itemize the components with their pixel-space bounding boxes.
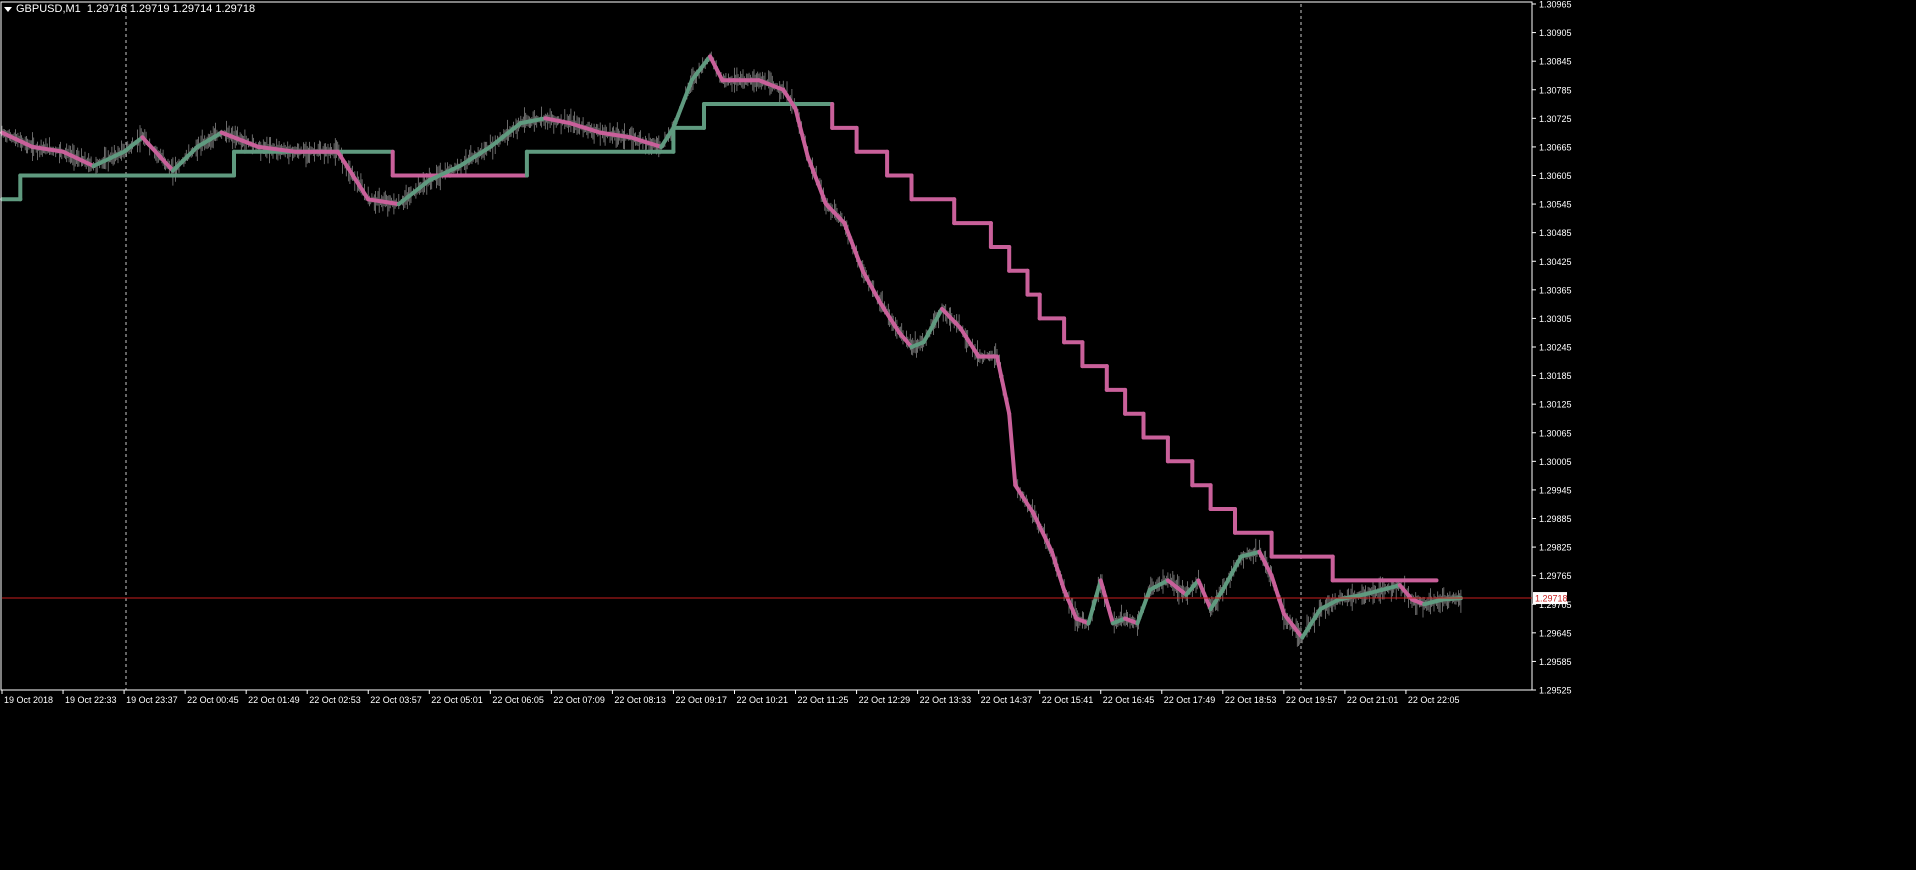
y-tick-label: 1.30665: [1539, 142, 1572, 152]
y-tick-label: 1.30365: [1539, 285, 1572, 295]
x-tick-label: 22 Oct 17:49: [1164, 695, 1216, 705]
x-tick-label: 22 Oct 19:57: [1286, 695, 1338, 705]
y-tick-label: 1.30245: [1539, 343, 1572, 353]
x-tick-label: 22 Oct 10:21: [736, 695, 788, 705]
symbol-label: GBPUSD,M1: [16, 3, 81, 15]
y-tick-label: 1.30185: [1539, 371, 1572, 381]
y-tick-label: 1.30725: [1539, 114, 1572, 124]
x-tick-label: 19 Oct 2018: [4, 695, 53, 705]
y-tick-label: 1.30065: [1539, 428, 1572, 438]
x-tick-label: 22 Oct 12:29: [859, 695, 911, 705]
chevron-down-icon[interactable]: [4, 6, 12, 12]
y-tick-label: 1.29765: [1539, 571, 1572, 581]
y-tick-label: 1.30125: [1539, 400, 1572, 410]
price-chart[interactable]: 1.30965 1.30905 1.30845 1.30785 1.30725 1.306…: [0, 0, 1916, 865]
x-tick-label: 22 Oct 13:33: [920, 695, 972, 705]
x-tick-label: 22 Oct 02:53: [309, 695, 361, 705]
x-tick-label: 22 Oct 06:05: [492, 695, 544, 705]
x-tick-label: 22 Oct 05:01: [431, 695, 483, 705]
x-tick-label: 22 Oct 09:17: [675, 695, 727, 705]
x-tick-label: 19 Oct 23:37: [126, 695, 178, 705]
x-tick-label: 22 Oct 11:25: [798, 695, 849, 705]
y-tick-label: 1.29885: [1539, 514, 1572, 524]
y-tick-label: 1.30845: [1539, 57, 1572, 67]
y-tick-label: 1.30905: [1539, 28, 1572, 38]
y-tick-label: 1.30545: [1539, 200, 1572, 210]
y-tick-label: 1.29645: [1539, 628, 1572, 638]
y-tick-label: 1.30605: [1539, 171, 1572, 181]
x-tick-label: 22 Oct 22:05: [1408, 695, 1460, 705]
x-tick-label: 19 Oct 22:33: [65, 695, 117, 705]
y-tick-label: 1.30305: [1539, 314, 1572, 324]
chart-canvas[interactable]: 1.30965 1.30905 1.30845 1.30785 1.30725 1.306…: [0, 0, 1916, 865]
x-tick-label: 22 Oct 15:41: [1042, 695, 1094, 705]
ohlc-quotes: 1.29716 1.29719 1.29714 1.29718: [86, 3, 256, 15]
chart-header: GBPUSD,M1 1.29716 1.29719 1.29714 1.2971…: [4, 3, 255, 15]
y-tick-label: 1.29825: [1539, 543, 1572, 553]
x-tick-label: 22 Oct 14:37: [981, 695, 1033, 705]
price-tag-label: 1.29718: [1535, 594, 1568, 604]
x-tick-label: 22 Oct 21:01: [1347, 695, 1399, 705]
x-tick-label: 22 Oct 03:57: [370, 695, 422, 705]
x-tick-label: 22 Oct 18:53: [1225, 695, 1277, 705]
y-tick-label: 1.29585: [1539, 657, 1572, 667]
y-tick-label: 1.30005: [1539, 457, 1572, 467]
y-tick-label: 1.30965: [1539, 0, 1572, 10]
x-tick-label: 22 Oct 16:45: [1103, 695, 1155, 705]
x-tick-label: 22 Oct 00:45: [187, 695, 239, 705]
y-tick-label: 1.29525: [1539, 686, 1572, 696]
y-tick-label: 1.29945: [1539, 485, 1572, 495]
x-tick-label: 22 Oct 08:13: [614, 695, 666, 705]
y-tick-label: 1.30485: [1539, 228, 1572, 238]
y-tick-label: 1.30425: [1539, 257, 1572, 267]
y-tick-label: 1.30785: [1539, 85, 1572, 95]
x-tick-label: 22 Oct 07:09: [553, 695, 605, 705]
x-tick-label: 22 Oct 01:49: [248, 695, 300, 705]
